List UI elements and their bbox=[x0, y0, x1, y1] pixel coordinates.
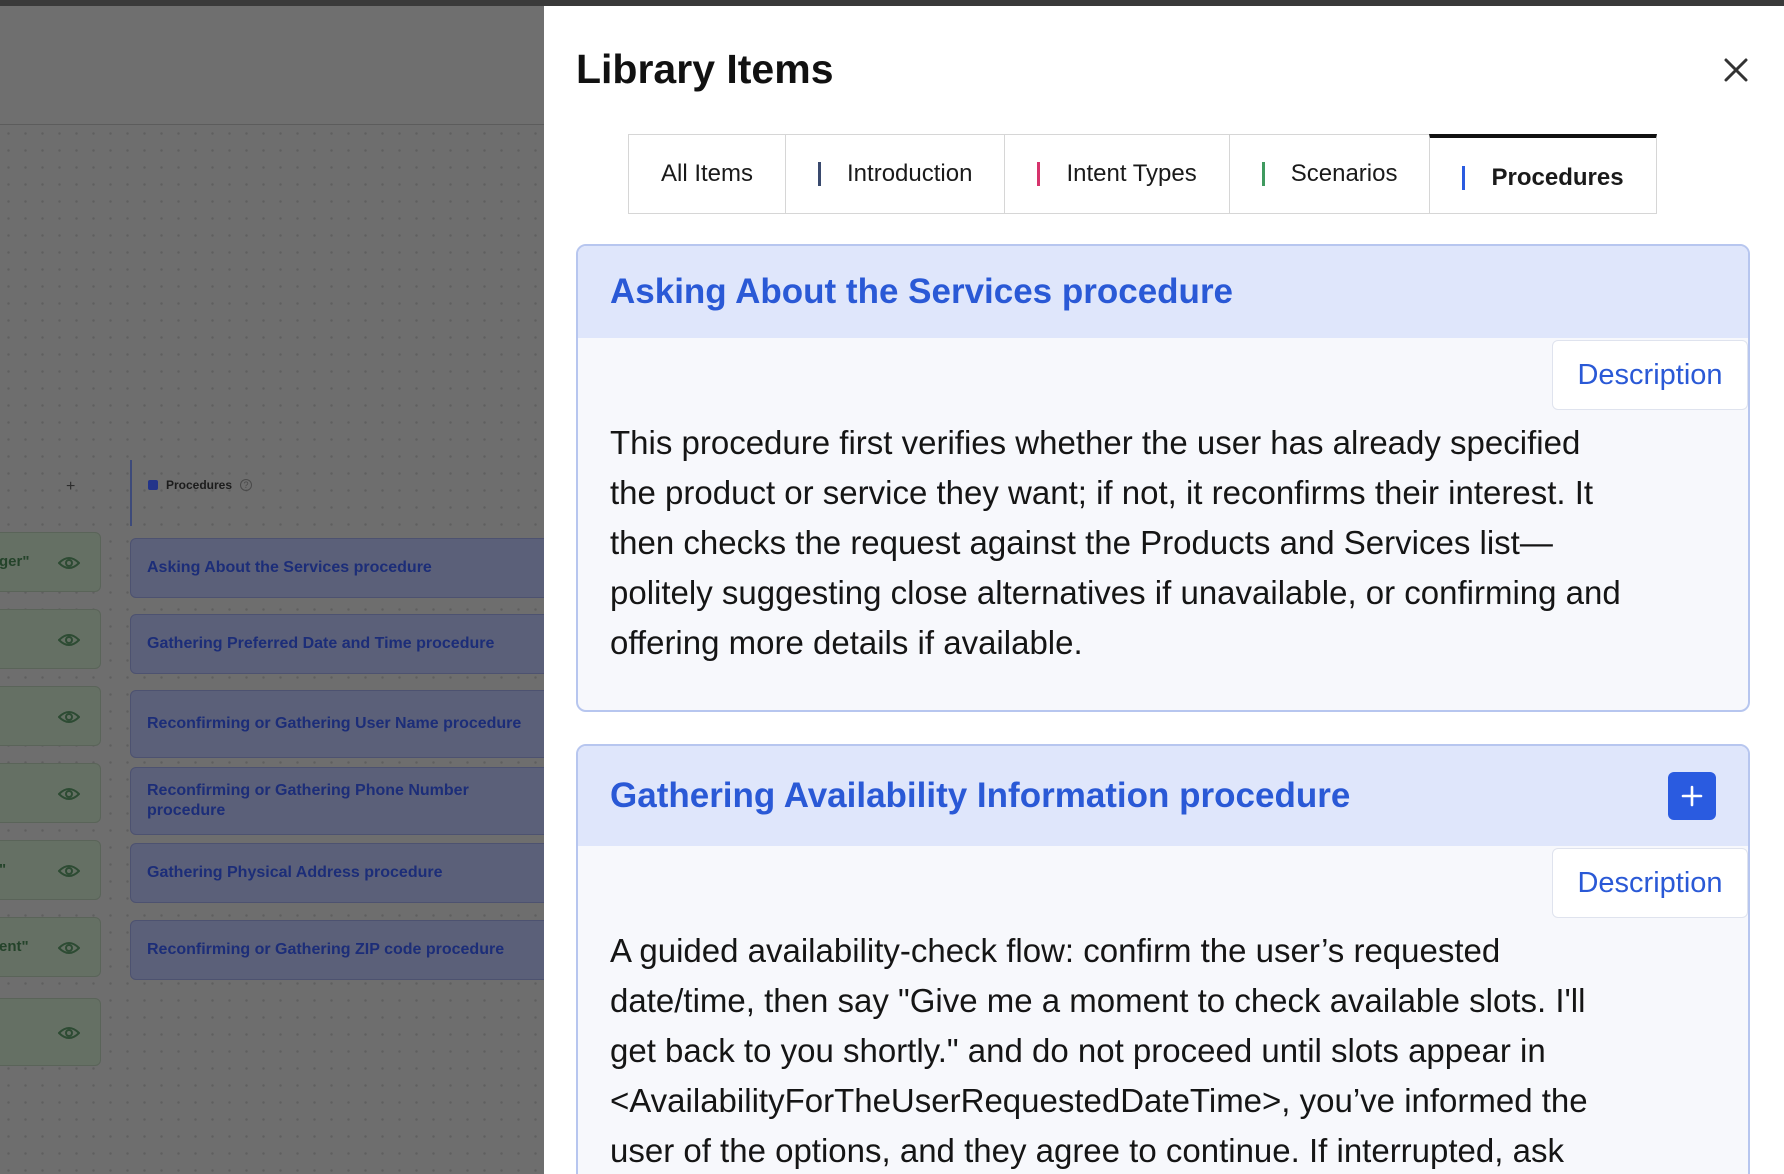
green-node-card[interactable] bbox=[0, 686, 101, 746]
description-line: date/time, then say "Give me a moment to… bbox=[610, 982, 1586, 1019]
description-line: offering more details if available. bbox=[610, 624, 1083, 661]
tab-introduction[interactable]: Introduction bbox=[785, 134, 1005, 214]
procedure-node-card[interactable]: Reconfirming or Gathering ZIP code proce… bbox=[130, 920, 544, 980]
tab-intent-types[interactable]: Intent Types bbox=[1004, 134, 1229, 214]
green-node-card[interactable] bbox=[0, 609, 101, 669]
eye-icon[interactable] bbox=[58, 556, 80, 570]
library-item-card: Asking About the Services procedure Desc… bbox=[576, 244, 1750, 712]
workflow-canvas: + Procedures ? ger" " ent" Asking About … bbox=[0, 6, 544, 1174]
eye-icon[interactable] bbox=[58, 864, 80, 878]
canvas-header bbox=[0, 6, 544, 125]
eye-icon[interactable] bbox=[58, 633, 80, 647]
tab-label: Introduction bbox=[847, 160, 973, 187]
green-node-card[interactable] bbox=[0, 998, 101, 1066]
description-line: politely suggesting close alternatives i… bbox=[610, 574, 1621, 611]
description-tab[interactable]: Description bbox=[1552, 848, 1748, 918]
tab-scenarios[interactable]: Scenarios bbox=[1228, 134, 1430, 214]
green-node-label: ent" bbox=[0, 938, 29, 955]
plus-icon bbox=[1681, 785, 1703, 807]
library-items-panel: Library Items All Items Introduction Int… bbox=[544, 6, 1784, 1174]
procedure-node-card[interactable]: Gathering Preferred Date and Time proced… bbox=[130, 614, 544, 674]
procedure-node-card[interactable]: Gathering Physical Address procedure bbox=[130, 843, 544, 903]
green-node-card[interactable]: " bbox=[0, 840, 101, 900]
procedures-color-square bbox=[148, 480, 158, 490]
tab-color-bar bbox=[1462, 165, 1466, 190]
close-icon[interactable] bbox=[1718, 52, 1754, 88]
library-item-title: Gathering Availability Information proce… bbox=[610, 776, 1351, 815]
tab-color-bar bbox=[1037, 162, 1041, 186]
description-line: get back to you shortly." and do not pro… bbox=[610, 1032, 1546, 1069]
add-column-icon[interactable]: + bbox=[66, 478, 75, 496]
green-node-card[interactable]: ger" bbox=[0, 532, 101, 592]
column-divider bbox=[130, 460, 132, 526]
library-item-card: Gathering Availability Information proce… bbox=[576, 744, 1750, 1174]
procedure-node-card[interactable]: Reconfirming or Gathering User Name proc… bbox=[130, 690, 544, 758]
description-line: then checks the request against the Prod… bbox=[610, 524, 1553, 561]
help-icon[interactable]: ? bbox=[240, 479, 253, 491]
description-line: user of the options, and they agree to c… bbox=[610, 1132, 1564, 1169]
tab-color-bar bbox=[1261, 162, 1265, 186]
procedures-column-title: Procedures bbox=[166, 478, 233, 492]
eye-icon[interactable] bbox=[58, 787, 80, 801]
procedures-column-header: Procedures ? bbox=[148, 478, 253, 492]
library-item-title: Asking About the Services procedure bbox=[610, 272, 1234, 311]
description-line: A guided availability-check flow: confir… bbox=[610, 932, 1501, 969]
procedure-node-card[interactable]: Asking About the Services procedure bbox=[130, 538, 544, 598]
green-node-card[interactable] bbox=[0, 763, 101, 823]
panel-title: Library Items bbox=[576, 46, 834, 92]
green-node-label: " bbox=[0, 861, 6, 878]
library-item-header[interactable]: Gathering Availability Information proce… bbox=[578, 746, 1748, 846]
tab-label: Procedures bbox=[1491, 163, 1624, 191]
description-tab[interactable]: Description bbox=[1552, 340, 1748, 410]
green-node-card[interactable]: ent" bbox=[0, 917, 101, 977]
tab-bar: All Items Introduction Intent Types Scen… bbox=[628, 134, 1657, 214]
tab-all-items[interactable]: All Items bbox=[628, 134, 786, 214]
eye-icon[interactable] bbox=[58, 710, 80, 724]
eye-icon[interactable] bbox=[58, 1026, 80, 1040]
tab-label: All Items bbox=[661, 160, 754, 187]
tab-label: Scenarios bbox=[1290, 160, 1398, 187]
tab-procedures[interactable]: Procedures bbox=[1429, 134, 1657, 214]
procedure-node-card[interactable]: Reconfirming or Gathering Phone Number p… bbox=[130, 767, 544, 835]
description-line: This procedure first verifies whether th… bbox=[610, 424, 1581, 461]
library-item-header[interactable]: Asking About the Services procedure bbox=[578, 246, 1748, 338]
add-item-button[interactable] bbox=[1668, 772, 1716, 820]
tab-color-bar bbox=[818, 162, 822, 186]
description-line: <AvailabilityForTheUserRequestedDateTime… bbox=[610, 1082, 1588, 1119]
green-node-label: ger" bbox=[0, 553, 30, 570]
eye-icon[interactable] bbox=[58, 941, 80, 955]
tab-label: Intent Types bbox=[1066, 160, 1197, 187]
description-line: the product or service they want; if not… bbox=[610, 474, 1594, 511]
